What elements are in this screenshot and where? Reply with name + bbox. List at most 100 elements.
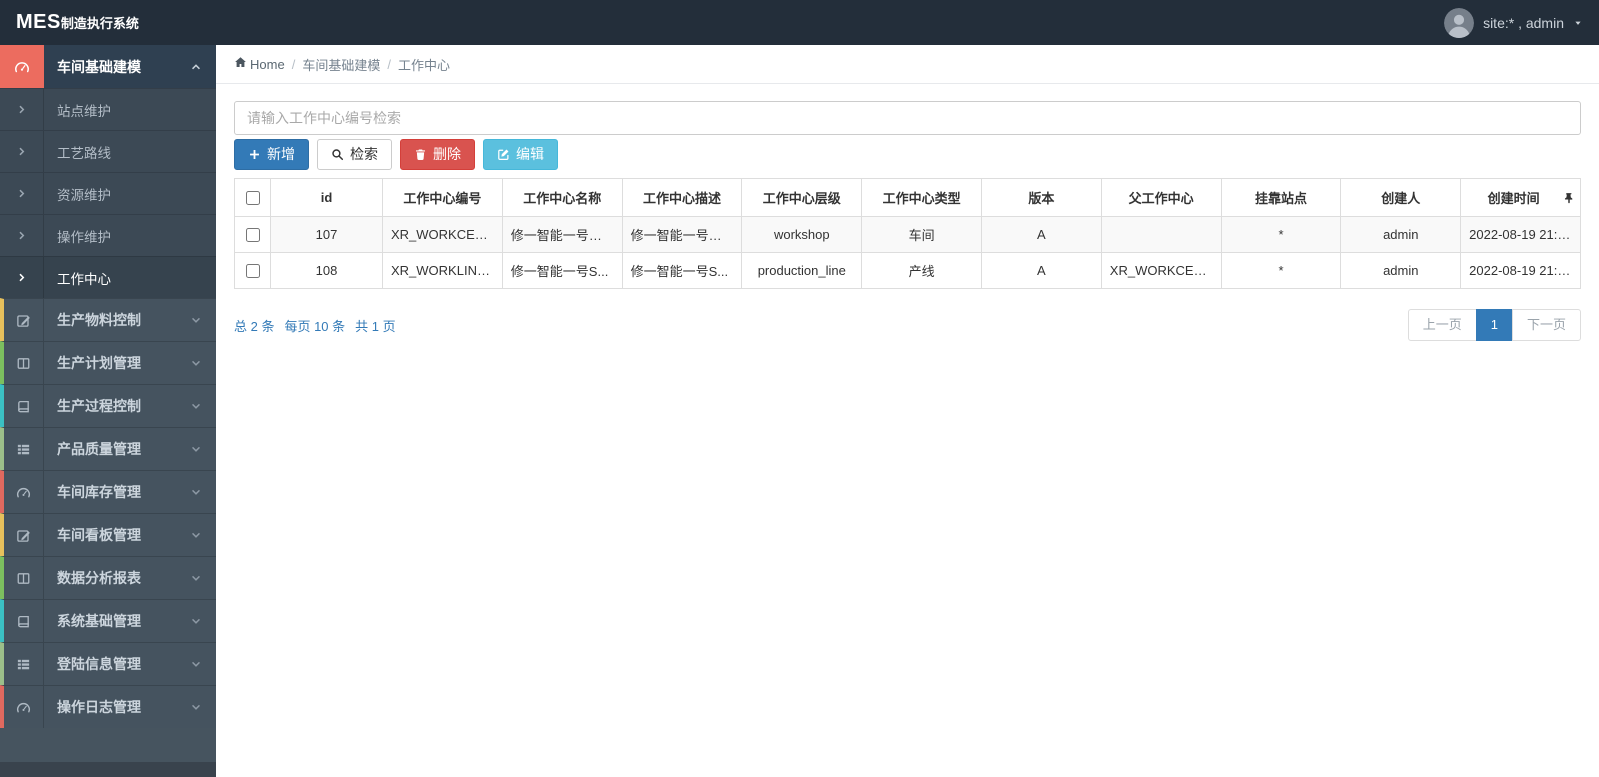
table-cell: workshop [741, 216, 863, 253]
breadcrumb-current: 工作中心 [397, 57, 450, 73]
pager: 上一页 1 下一页 [1407, 309, 1581, 342]
sidebar-group[interactable]: 生产物料控制 [0, 298, 216, 341]
column-header: 工作中心类型 [861, 178, 982, 217]
sidebar-group-label: 车间库存管理 [57, 484, 141, 500]
sidebar-group[interactable]: 数据分析报表 [0, 556, 216, 599]
chevron-down-icon [190, 615, 202, 627]
table-cell: XR_WORKLINE... [382, 252, 503, 289]
table-row[interactable]: 108 XR_WORKLINE... 修一智能一号S... 修一智能一号S... pro… [234, 252, 1581, 289]
chevron-right-icon [0, 215, 44, 256]
chevron-down-icon [190, 529, 202, 541]
column-header: 挂靠站点 [1220, 178, 1342, 217]
column-header: 创建人 [1340, 178, 1462, 217]
table-cell: production_line [741, 252, 863, 289]
chevron-right-icon [0, 257, 44, 298]
chevron-down-icon [190, 701, 202, 713]
search-icon [331, 148, 344, 161]
sidebar: 车间基础建模 站点维护 工艺路线资源维护操作维护工作中心 生产物料控制生产计划管理… [0, 45, 216, 777]
search-button[interactable]: 检索 [317, 139, 392, 170]
dashboard-icon [4, 471, 44, 513]
sidebar-group[interactable]: 登陆信息管理 [0, 642, 216, 685]
sidebar-menu: 车间基础建模 站点维护 工艺路线资源维护操作维护工作中心 生产物料控制生产计划管理… [0, 45, 216, 728]
table-cell: 产线 [861, 252, 982, 289]
breadcrumb-link[interactable]: 车间基础建模 [302, 55, 380, 74]
row-checkbox[interactable] [245, 264, 260, 279]
brand-logo: MES 制造执行系统 [16, 11, 139, 34]
sidebar-group[interactable]: 产品质量管理 [0, 427, 216, 470]
column-header: 工作中心描述 [621, 178, 743, 217]
sidebar-group[interactable]: 生产计划管理 [0, 341, 216, 384]
sidebar-subitem[interactable]: 工作中心 [0, 256, 216, 298]
pin-icon[interactable] [1563, 192, 1575, 204]
next-page-button[interactable]: 下一页 [1511, 309, 1581, 342]
add-button[interactable]: 新增 [234, 139, 309, 170]
column-header: 工作中心编号 [382, 178, 503, 217]
sidebar-fill [0, 728, 216, 762]
sidebar-group-label: 生产过程控制 [57, 398, 141, 414]
book-icon [4, 385, 44, 427]
row-select-cell [234, 252, 271, 289]
total-count: 总 2 条 [234, 318, 275, 334]
sidebar-group[interactable]: 车间看板管理 [0, 513, 216, 556]
sidebar-group-label: 生产计划管理 [57, 355, 141, 371]
delete-button[interactable]: 删除 [400, 139, 475, 170]
main-content: Home / 车间基础建模 / 工作中心 新增检索删除编辑 id工作中心编号工作中心名称… [216, 45, 1599, 777]
table-cell: 车间 [861, 216, 982, 253]
sidebar-subitem[interactable]: 工艺路线 [0, 130, 216, 172]
table-cell: 修一智能一号S... [621, 252, 743, 289]
sidebar-subitem-label: 工作中心 [57, 271, 111, 287]
columns-icon [4, 342, 44, 384]
book-icon [4, 600, 44, 642]
table-cell: 2022-08-19 21:1... [1460, 252, 1581, 289]
sidebar-groups: 生产物料控制生产计划管理 生产过程控制 产品质量管理 车间库存管理车间看板管理 数据分析… [0, 298, 216, 728]
table-row[interactable]: 107 XR_WORKCEN... 修一智能一号车间 修一智能一号车间 workshop… [234, 216, 1581, 253]
sidebar-group-label: 操作日志管理 [57, 699, 141, 715]
sidebar-group[interactable]: 操作日志管理 [0, 685, 216, 728]
sidebar-subitem-label: 操作维护 [57, 229, 111, 245]
sidebar-subitem-label: 资源维护 [57, 187, 111, 203]
dashboard-icon [4, 686, 44, 728]
breadcrumb: Home / 车间基础建模 / 工作中心 [216, 45, 1599, 84]
table-cell: 修一智能一号车间 [621, 216, 743, 253]
plus-icon [248, 148, 261, 161]
sidebar-subitem[interactable]: 操作维护 [0, 214, 216, 256]
user-menu[interactable]: site:* , admin [1444, 7, 1583, 38]
sidebar-group-label: 产品质量管理 [57, 441, 141, 457]
sidebar-group[interactable]: 系统基础管理 [0, 599, 216, 642]
pagination-summary: 总 2 条 每页 10 条 共 1 页 [234, 316, 396, 335]
workcenter-table: id 工作中心编号 工作中心名称 工作中心描述 工作中心层级 工作中心类型 版本 父工作中心挂… [234, 178, 1581, 289]
page-body: 新增检索删除编辑 id工作中心编号工作中心名称工作中心描述工作中心层级工作中心类… [216, 84, 1599, 342]
select-all-checkbox[interactable] [245, 191, 260, 206]
page-1-button[interactable]: 1 [1475, 309, 1513, 342]
row-checkbox[interactable] [245, 228, 260, 243]
chevron-down-icon [190, 486, 202, 498]
breadcrumb-home-link[interactable]: Home [234, 56, 285, 72]
table-cell: XR_WORKCEN... [382, 216, 503, 253]
table-head: id 工作中心编号 工作中心名称 工作中心描述 工作中心层级 工作中心类型 版本 父工作中心挂… [234, 178, 1581, 217]
table-cell: A [980, 216, 1102, 253]
column-header: 工作中心层级 [741, 178, 863, 217]
table-cell: admin [1340, 216, 1462, 253]
chevron-down-icon [190, 443, 202, 455]
caret-down-icon [1573, 18, 1583, 28]
sidebar-group[interactable]: 车间库存管理 [0, 470, 216, 513]
prev-page-button[interactable]: 上一页 [1407, 309, 1477, 342]
top-navbar: MES 制造执行系统 site:* , admin [0, 0, 1599, 45]
table-cell: A [980, 252, 1102, 289]
table-cell: admin [1340, 252, 1462, 289]
chevron-down-icon [190, 572, 202, 584]
brand-secondary: 制造执行系统 [60, 16, 139, 31]
sidebar-subitem[interactable]: 资源维护 [0, 172, 216, 214]
sidebar-group-workshop-modeling[interactable]: 车间基础建模 [0, 45, 216, 88]
table-cell: 修一智能一号车间 [501, 216, 623, 253]
brand-primary: MES [16, 11, 61, 33]
pencil-square-icon [4, 514, 44, 556]
table-cell: 108 [270, 252, 383, 289]
column-header: 父工作中心 [1100, 178, 1222, 217]
sidebar-group[interactable]: 生产过程控制 [0, 384, 216, 427]
table-cell: 2022-08-19 21:1... [1460, 216, 1581, 253]
search-input[interactable] [234, 101, 1581, 135]
sidebar-subitem[interactable]: 站点维护 [0, 88, 216, 130]
edit-button[interactable]: 编辑 [483, 139, 558, 170]
sidebar-group-label: 车间基础建模 [57, 58, 141, 75]
